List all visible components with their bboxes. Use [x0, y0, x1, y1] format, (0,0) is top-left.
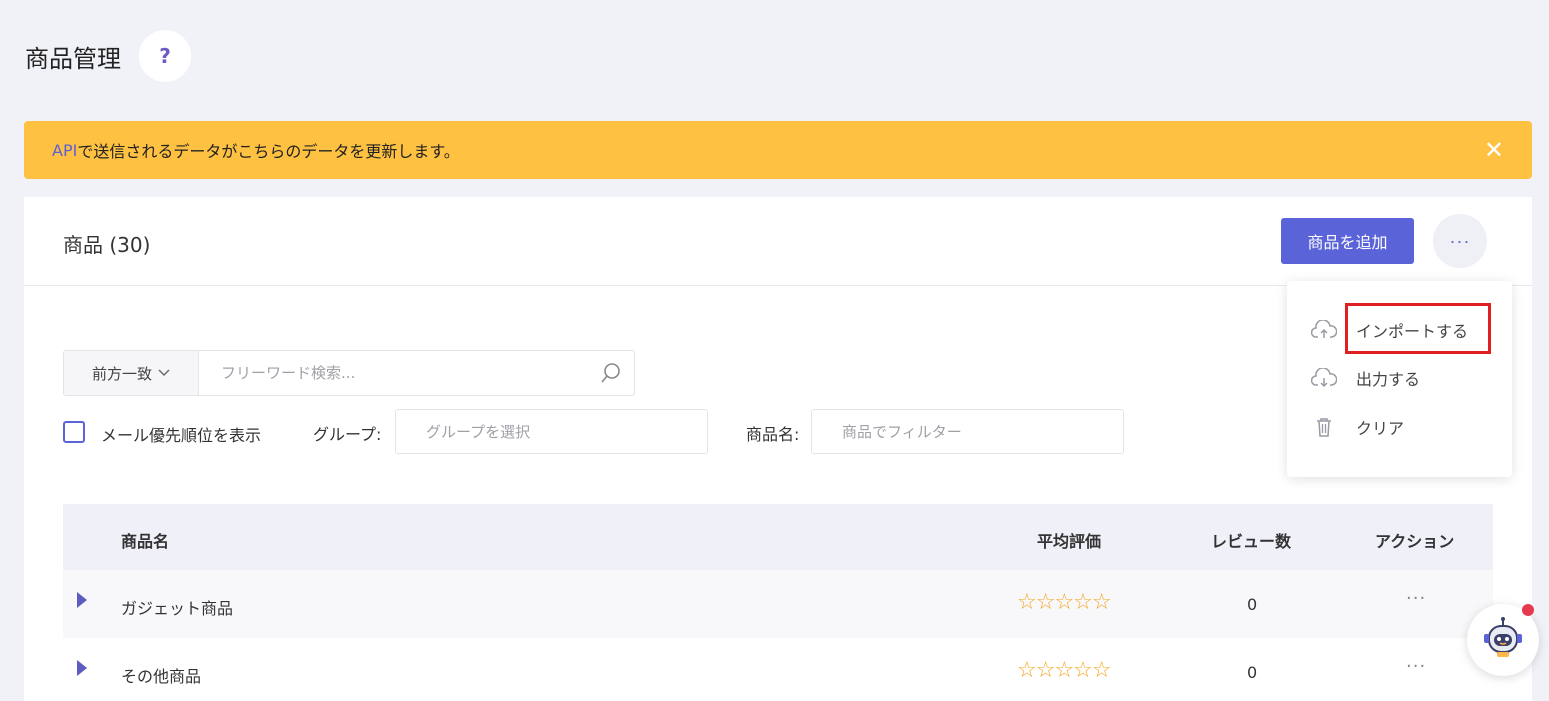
header-reviews[interactable]: レビュー数	[1211, 528, 1291, 552]
table-header: 商品名 平均評価 レビュー数 アクション	[63, 504, 1493, 570]
group-select[interactable]	[395, 409, 708, 454]
review-count: 0	[1247, 595, 1258, 614]
import-highlight-box	[1345, 303, 1491, 354]
page-header: 商品管理 ?	[25, 30, 191, 82]
expand-arrow-icon[interactable]	[77, 660, 87, 676]
page-title: 商品管理	[25, 44, 121, 73]
row-action-button[interactable]: ···	[1406, 656, 1426, 677]
menu-item-label: 出力する	[1356, 370, 1421, 389]
banner-api-link[interactable]: API	[52, 141, 77, 160]
table-row[interactable]: ガジェット商品 ☆☆☆☆☆ 0 ···	[63, 570, 1493, 638]
robot-icon	[1479, 614, 1527, 666]
more-options-button[interactable]: ···	[1433, 214, 1487, 268]
products-table: 商品名 平均評価 レビュー数 アクション ガジェット商品 ☆☆☆☆☆ 0 ···…	[63, 504, 1493, 701]
search-input[interactable]	[199, 351, 588, 395]
help-button[interactable]: ?	[139, 30, 191, 82]
question-mark-icon: ?	[159, 44, 171, 68]
trash-icon	[1311, 416, 1337, 438]
match-mode-label: 前方一致	[91, 364, 152, 383]
menu-item-label: クリア	[1356, 419, 1405, 438]
mail-priority-checkbox[interactable]	[63, 421, 85, 443]
star-rating: ☆☆☆☆☆	[1017, 658, 1112, 683]
table-row[interactable]: その他商品 ☆☆☆☆☆ 0 ···	[63, 638, 1493, 701]
add-product-button[interactable]: 商品を追加	[1281, 218, 1414, 264]
cloud-download-icon	[1311, 367, 1337, 389]
match-mode-select[interactable]: 前方一致	[64, 351, 199, 395]
product-name: ガジェット商品	[121, 599, 234, 618]
chevron-down-icon	[158, 367, 170, 380]
header-action: アクション	[1375, 532, 1455, 551]
menu-item-clear[interactable]: クリア	[1311, 412, 1404, 442]
row-action-button[interactable]: ···	[1406, 588, 1426, 609]
group-label: グループ:	[313, 425, 382, 444]
cloud-upload-icon	[1311, 319, 1337, 341]
product-name-label: 商品名:	[746, 425, 800, 444]
close-icon[interactable]: ✕	[1484, 138, 1504, 162]
product-name-filter[interactable]	[811, 409, 1124, 454]
notification-dot	[1522, 604, 1534, 616]
search-bar: 前方一致	[63, 350, 635, 396]
mail-priority-label: メール優先順位を表示	[101, 426, 262, 445]
filter-row: メール優先順位を表示 グループ: 商品名:	[63, 409, 1143, 455]
menu-item-export[interactable]: 出力する	[1311, 363, 1420, 393]
review-count: 0	[1247, 663, 1258, 682]
card-title: 商品 (30)	[63, 233, 151, 257]
star-rating: ☆☆☆☆☆	[1017, 590, 1112, 615]
product-name: その他商品	[121, 667, 202, 686]
search-icon[interactable]	[588, 351, 634, 395]
info-banner: API で送信されるデータがこちらのデータを更新します。 ✕	[24, 121, 1532, 179]
header-rating[interactable]: 平均評価	[1037, 528, 1101, 552]
expand-arrow-icon[interactable]	[77, 592, 87, 608]
banner-text: で送信されるデータがこちらのデータを更新します。	[77, 142, 460, 161]
card-header: 商品 (30) 商品を追加 ···	[24, 197, 1532, 286]
header-name[interactable]: 商品名	[121, 528, 169, 552]
